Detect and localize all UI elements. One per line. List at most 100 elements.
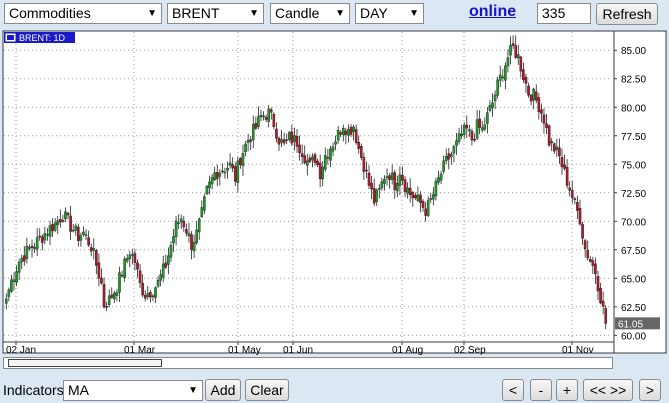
candle-up bbox=[226, 167, 229, 171]
chart-scrollbar-thumb[interactable] bbox=[8, 359, 162, 367]
candle-up bbox=[84, 234, 88, 236]
chart-style-select-value: Candle bbox=[275, 5, 320, 21]
candle-up bbox=[125, 257, 129, 262]
symbol-select-value: BRENT bbox=[172, 5, 220, 21]
candle-up bbox=[123, 258, 126, 278]
time-axis-label: 01 Nov bbox=[562, 345, 594, 355]
candle-down bbox=[143, 294, 147, 299]
candle-down bbox=[316, 160, 319, 166]
candle-down bbox=[30, 245, 34, 248]
candle-up bbox=[287, 132, 291, 140]
candle-down bbox=[529, 94, 533, 102]
candle-up bbox=[169, 245, 173, 258]
candle-up bbox=[118, 272, 121, 293]
candle-down bbox=[326, 157, 330, 159]
candle-down bbox=[141, 282, 144, 296]
chart-style-select[interactable]: Candle ▼ bbox=[270, 3, 350, 24]
candle-down bbox=[583, 240, 587, 250]
zoom-in-button[interactable]: + bbox=[556, 379, 578, 401]
candle-down bbox=[473, 138, 476, 141]
candle-up bbox=[462, 124, 466, 136]
candle-up bbox=[439, 173, 443, 181]
scroll-back-button[interactable]: < bbox=[502, 379, 524, 401]
bar-count-input[interactable]: 335 bbox=[537, 3, 591, 24]
candle-up bbox=[53, 222, 57, 231]
candle-up bbox=[4, 298, 8, 304]
candle-up bbox=[406, 187, 409, 194]
market-select[interactable]: Commodities ▼ bbox=[4, 3, 162, 24]
zoom-out-button[interactable]: - bbox=[530, 379, 552, 401]
candle-up bbox=[7, 289, 11, 297]
candle-down bbox=[254, 123, 258, 129]
candle-up bbox=[375, 189, 379, 202]
time-axis-label: 01 May bbox=[228, 345, 261, 355]
candle-down bbox=[545, 123, 548, 128]
candle-down bbox=[308, 157, 312, 162]
chevron-down-icon: ▼ bbox=[147, 8, 157, 19]
candle-up bbox=[532, 88, 535, 101]
candle-up bbox=[236, 160, 240, 184]
candle-down bbox=[95, 249, 98, 266]
candle-down bbox=[133, 253, 137, 263]
add-indicator-button[interactable]: Add bbox=[205, 379, 241, 401]
candle-up bbox=[82, 231, 85, 235]
indicator-select[interactable]: MA ▼ bbox=[63, 380, 203, 401]
refresh-button[interactable]: Refresh bbox=[596, 3, 658, 25]
candle-up bbox=[331, 146, 335, 152]
candle-up bbox=[475, 119, 479, 139]
candle-up bbox=[48, 225, 52, 237]
candle-down bbox=[231, 164, 234, 169]
chevron-down-icon: ▼ bbox=[188, 385, 198, 396]
candle-up bbox=[172, 236, 175, 244]
candle-down bbox=[547, 125, 551, 146]
candle-down bbox=[282, 139, 286, 144]
candle-down bbox=[563, 164, 566, 169]
candle-down bbox=[540, 109, 543, 114]
candle-down bbox=[300, 153, 304, 157]
candle-down bbox=[576, 202, 579, 211]
candle-down bbox=[120, 274, 124, 277]
candle-down bbox=[558, 147, 561, 157]
candle-up bbox=[380, 181, 384, 189]
candle-down bbox=[239, 158, 242, 165]
interval-select[interactable]: DAY ▼ bbox=[355, 3, 424, 24]
price-axis-label: 77.50 bbox=[621, 132, 646, 143]
candle-up bbox=[221, 170, 224, 173]
candle-up bbox=[460, 133, 463, 137]
candle-down bbox=[591, 260, 595, 266]
candle-up bbox=[33, 247, 36, 250]
price-chart[interactable]: 85.00 82.50 80.00 77.50 75.00 72.50 70.00 67.50… bbox=[0, 30, 669, 356]
indicator-select-value: MA bbox=[68, 382, 89, 398]
candle-down bbox=[164, 262, 168, 268]
price-chart-svg[interactable]: 85.00 82.50 80.00 77.50 75.00 72.50 70.00 67.50… bbox=[0, 30, 669, 356]
candle-up bbox=[498, 74, 502, 81]
candle-up bbox=[267, 108, 270, 122]
candle-up bbox=[385, 176, 389, 179]
clear-indicators-button[interactable]: Clear bbox=[245, 379, 289, 401]
candle-down bbox=[97, 262, 101, 279]
candle-up bbox=[228, 162, 232, 166]
candle-up bbox=[493, 94, 497, 102]
symbol-select[interactable]: BRENT ▼ bbox=[167, 3, 264, 24]
fit-chart-button[interactable]: << >> bbox=[583, 379, 633, 401]
candle-up bbox=[450, 153, 453, 158]
candle-up bbox=[432, 194, 435, 200]
candle-up bbox=[113, 292, 116, 300]
candle-up bbox=[486, 112, 489, 124]
candle-down bbox=[298, 144, 301, 154]
candle-down bbox=[578, 208, 582, 225]
candle-up bbox=[10, 279, 13, 292]
candle-down bbox=[269, 109, 273, 113]
candle-up bbox=[398, 174, 402, 186]
candle-up bbox=[378, 188, 381, 190]
scroll-forward-button[interactable]: > bbox=[639, 379, 661, 401]
candle-up bbox=[455, 140, 458, 146]
candle-down bbox=[339, 132, 343, 135]
last-value-label: 61.05 bbox=[618, 319, 643, 330]
candle-down bbox=[277, 137, 281, 145]
candle-up bbox=[35, 237, 39, 250]
chevron-down-icon: ▼ bbox=[249, 8, 259, 19]
candle-down bbox=[511, 43, 515, 46]
online-link[interactable]: online bbox=[469, 3, 516, 21]
candle-up bbox=[203, 196, 206, 211]
